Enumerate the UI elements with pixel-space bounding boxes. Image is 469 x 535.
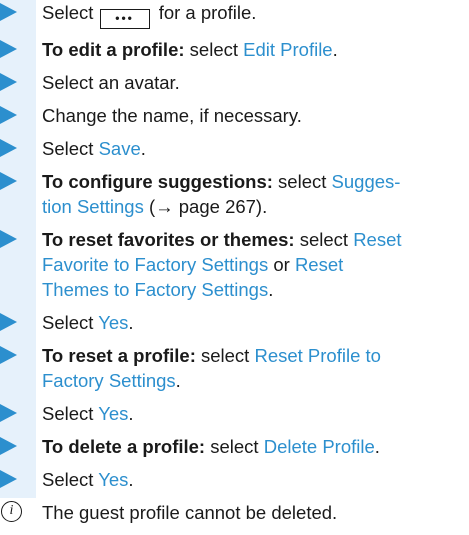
step-item: Select Yes. bbox=[0, 310, 469, 335]
step-arrow-icon bbox=[0, 437, 17, 455]
step-text-segment: Select an avatar. bbox=[42, 72, 180, 93]
instruction-list: Select ••• for a profile. To edit a profi… bbox=[0, 0, 469, 525]
menu-item-reference: Edit Profile bbox=[243, 39, 333, 60]
step-text-segment: . bbox=[128, 403, 134, 424]
menu-item-reference: Save bbox=[98, 138, 141, 159]
step-heading: To reset favorites or themes: bbox=[42, 229, 295, 250]
step-item: To delete a profile: select Delete Profi… bbox=[0, 434, 469, 459]
step-arrow-icon bbox=[0, 139, 17, 157]
step-text-segment: select bbox=[195, 345, 255, 366]
step-text: Select ••• for a profile. bbox=[42, 2, 257, 29]
step-arrow-icon bbox=[0, 470, 17, 488]
step-text-segment: Select bbox=[42, 469, 99, 490]
step-item: Select an avatar. bbox=[0, 70, 469, 95]
step-item: Select Save. bbox=[0, 136, 469, 161]
step-item: To reset favorites or themes: select Res… bbox=[0, 227, 469, 302]
step-item: Change the name, if necessary. bbox=[0, 103, 469, 128]
more-options-button-icon: ••• bbox=[99, 9, 150, 29]
step-text-segment: . bbox=[332, 39, 338, 60]
step-text: To reset a profile: select Reset Profile… bbox=[42, 345, 381, 391]
menu-item-reference: Yes bbox=[98, 469, 129, 490]
step-item: Select Yes. bbox=[0, 401, 469, 426]
step-arrow-icon bbox=[0, 106, 17, 124]
step-item: Select Yes. bbox=[0, 467, 469, 492]
step-item: To configure suggestions: select Sugges-… bbox=[0, 169, 469, 219]
step-arrow-icon bbox=[0, 404, 17, 422]
step-arrow-icon bbox=[0, 172, 17, 190]
step-text: Select Yes. bbox=[42, 403, 134, 424]
step-item: Select ••• for a profile. bbox=[0, 0, 469, 29]
step-text: To reset favorites or themes: select Res… bbox=[42, 229, 402, 300]
step-arrow-icon bbox=[0, 230, 17, 248]
info-note-text: The guest profile cannot be deleted. bbox=[42, 502, 338, 523]
info-note: i The guest profile cannot be deleted. bbox=[0, 500, 469, 525]
step-text: Change the name, if necessary. bbox=[42, 105, 302, 126]
step-text-segment: . bbox=[175, 370, 181, 391]
step-text: To edit a profile: select Edit Profile. bbox=[42, 39, 338, 60]
step-arrow-icon bbox=[0, 313, 17, 331]
step-text: To configure suggestions: select Sugges-… bbox=[42, 171, 400, 217]
step-item: To edit a profile: select Edit Profile. bbox=[0, 37, 469, 62]
step-text-segment: or bbox=[268, 254, 295, 275]
step-arrow-icon bbox=[0, 40, 17, 58]
step-heading: To reset a profile: bbox=[42, 345, 196, 366]
step-text: Select Yes. bbox=[42, 469, 134, 490]
step-text-segment: . bbox=[128, 469, 134, 490]
step-text-segment: select bbox=[294, 229, 354, 250]
step-text-segment: . bbox=[268, 279, 274, 300]
step-heading: To edit a profile: bbox=[42, 39, 185, 60]
step-text: Select Yes. bbox=[42, 312, 134, 333]
steps: Select ••• for a profile. To edit a profi… bbox=[0, 0, 469, 492]
step-text-segment: Select bbox=[42, 312, 99, 333]
step-heading: To configure suggestions: bbox=[42, 171, 273, 192]
step-text-segment: Select bbox=[42, 403, 99, 424]
step-text-segment: Select bbox=[42, 2, 99, 23]
step-heading: To delete a profile: bbox=[42, 436, 206, 457]
info-icon: i bbox=[1, 501, 22, 522]
step-arrow-icon bbox=[0, 346, 17, 364]
step-text-segment: select bbox=[205, 436, 264, 457]
step-text-segment: . bbox=[128, 312, 134, 333]
menu-item-reference: Yes bbox=[98, 403, 129, 424]
step-text-segment: for a profile. bbox=[153, 2, 257, 23]
step-text-segment: . bbox=[374, 436, 380, 457]
menu-item-reference: Delete Profile bbox=[263, 436, 375, 457]
step-text: To delete a profile: select Delete Profi… bbox=[42, 436, 380, 457]
step-item: To reset a profile: select Reset Profile… bbox=[0, 343, 469, 393]
menu-item-reference: Yes bbox=[98, 312, 129, 333]
step-text: Select Save. bbox=[42, 138, 146, 159]
step-text-segment: select bbox=[272, 171, 332, 192]
step-text: Select an avatar. bbox=[42, 72, 180, 93]
step-text-segment: select bbox=[184, 39, 244, 60]
step-text-segment: Change the name, if necessary. bbox=[42, 105, 302, 126]
step-text-segment: (→ page 267). bbox=[143, 196, 268, 217]
step-text-segment: Select bbox=[42, 138, 99, 159]
step-arrow-icon bbox=[0, 3, 17, 21]
step-text-segment: . bbox=[140, 138, 146, 159]
step-arrow-icon bbox=[0, 73, 17, 91]
